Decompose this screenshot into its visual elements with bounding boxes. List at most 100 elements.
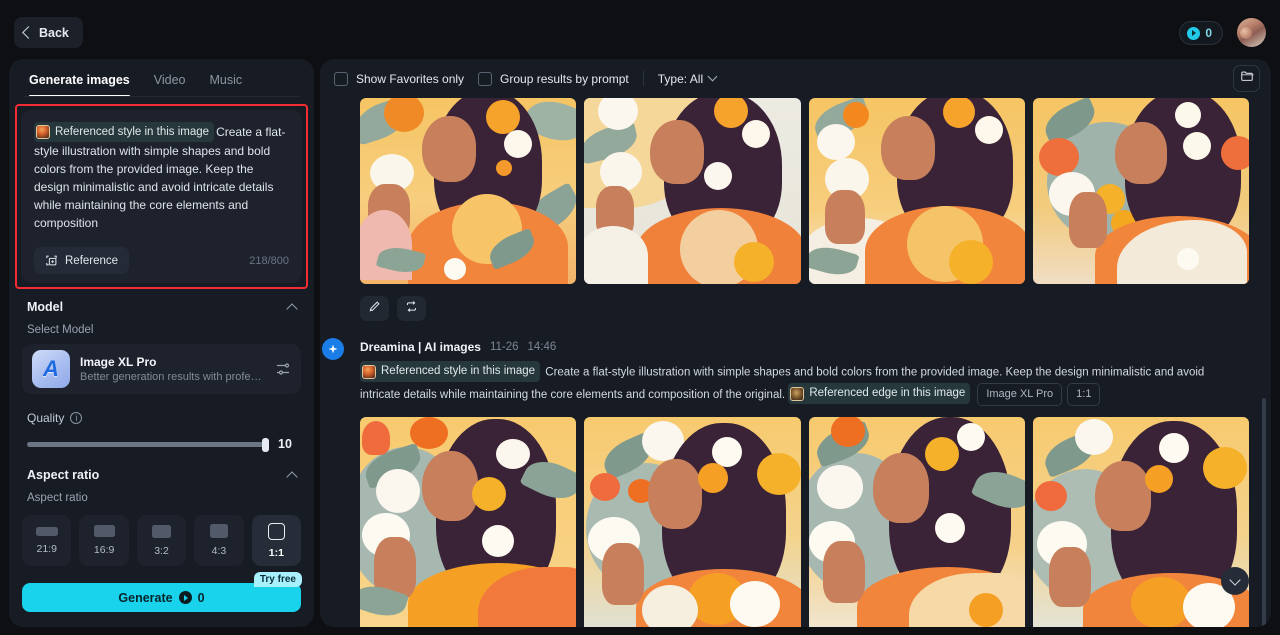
chevron-down-icon: [1229, 573, 1241, 586]
aspect-option-label: 4:3: [211, 545, 227, 557]
result-image[interactable]: [360, 416, 577, 627]
illustration-art: [808, 98, 1025, 284]
result-image[interactable]: [584, 98, 801, 284]
illustration-art: [1032, 416, 1249, 627]
model-thumbnail: A: [32, 350, 70, 388]
results-scrollbar[interactable]: [1262, 398, 1266, 627]
aspect-option-16-9[interactable]: 16:9: [79, 515, 129, 566]
group-by-prompt-label: Group results by prompt: [500, 71, 629, 86]
result-header: Dreamina | AI images 11-26 14:46: [322, 338, 1249, 360]
character-counter: 218/800: [249, 254, 289, 267]
image-row-2: [360, 416, 1249, 627]
reference-button[interactable]: Reference: [34, 247, 130, 274]
reference-style-chip-result[interactable]: Referenced style in this image: [360, 361, 541, 382]
generate-button[interactable]: Generate 0: [22, 583, 301, 612]
prompt-area: Referenced style in this image Create a f…: [15, 104, 308, 289]
folder-icon: [1240, 69, 1254, 88]
result-image[interactable]: [808, 416, 1025, 627]
aspect-option-1-1[interactable]: 1:1: [251, 515, 302, 566]
model-card[interactable]: A Image XL Pro Better generation results…: [22, 344, 301, 394]
info-icon[interactable]: i: [70, 412, 83, 424]
results-panel: Show Favorites only Group results by pro…: [320, 59, 1271, 627]
sliders-icon[interactable]: [275, 361, 291, 377]
generate-cost: 0: [197, 590, 205, 605]
show-favorites-label: Show Favorites only: [356, 71, 465, 86]
model-description: Better generation results with profe…: [80, 371, 262, 383]
model-pill: Image XL Pro: [977, 382, 1063, 406]
prompt-footer: Reference 218/800: [34, 247, 289, 274]
slider-knob[interactable]: [262, 437, 269, 452]
ratio-glyph: [152, 524, 172, 538]
aspect-option-label: 1:1: [268, 546, 284, 559]
reference-thumbnail-icon: [36, 125, 50, 139]
dreamina-logo-icon: [322, 338, 344, 360]
left-panel: Generate images Video Music Referenced s…: [9, 59, 314, 627]
model-name: Image XL Pro: [80, 355, 157, 369]
back-button[interactable]: Back: [14, 17, 83, 48]
reference-style-chip-label: Referenced style in this image: [55, 126, 210, 138]
folder-button[interactable]: [1233, 65, 1260, 92]
group-by-prompt-checkbox[interactable]: Group results by prompt: [478, 71, 629, 86]
chevron-up-icon[interactable]: [286, 302, 298, 315]
chevron-left-icon: [22, 26, 35, 39]
scroll-down-button[interactable]: [1221, 567, 1249, 595]
result-image[interactable]: [1032, 416, 1249, 627]
illustration-art: [360, 98, 577, 284]
ratio-glyph: [93, 525, 115, 537]
aspect-option-3-2[interactable]: 3:2: [136, 515, 187, 566]
aspect-option-21-9[interactable]: 21:9: [22, 515, 72, 566]
pencil-icon: [368, 300, 381, 318]
prompt-input[interactable]: Referenced style in this image Create a f…: [21, 110, 302, 283]
type-filter-dropdown[interactable]: Type: All: [658, 72, 718, 86]
avatar[interactable]: [1237, 18, 1266, 47]
ratio-glyph: [209, 524, 228, 538]
reference-thumbnail-icon: [362, 364, 376, 379]
try-free-badge[interactable]: Try free: [253, 572, 302, 587]
image-add-icon: [45, 254, 58, 267]
image-row-1: [360, 98, 1249, 284]
quality-slider-row: 10: [9, 437, 314, 452]
illustration-art: [1032, 98, 1249, 284]
show-favorites-checkbox[interactable]: Show Favorites only: [334, 71, 465, 86]
top-bar: Back 0: [0, 0, 1280, 62]
tab-music[interactable]: Music: [210, 73, 243, 97]
credits-badge[interactable]: 0: [1179, 21, 1223, 45]
regenerate-button[interactable]: [397, 296, 426, 321]
result-image[interactable]: [808, 98, 1025, 284]
illustration-art: [808, 416, 1025, 627]
app-root: Back 0 Generate images Video Music Refer…: [0, 0, 1280, 635]
aspect-ratio-options: 21:9 16:9 3:2 4:3 1:1: [9, 515, 314, 566]
result-prompt: Referenced style in this image Create a …: [360, 361, 1240, 406]
model-section-header[interactable]: Model: [9, 300, 314, 315]
coin-icon-generate: [178, 591, 192, 604]
back-button-label: Back: [39, 25, 69, 40]
aspect-option-4-3[interactable]: 4:3: [194, 515, 244, 566]
aspect-option-label: 21:9: [36, 542, 57, 555]
generate-area: Generate 0 Try free: [22, 572, 302, 612]
chevron-up-icon-aspect[interactable]: [286, 470, 298, 483]
aspect-option-label: 3:2: [154, 544, 169, 557]
result-image[interactable]: [1032, 98, 1249, 284]
result-image[interactable]: [360, 98, 577, 284]
checkbox-icon[interactable]: [334, 71, 348, 86]
tab-video[interactable]: Video: [154, 73, 186, 97]
reference-edge-thumbnail-icon: [790, 386, 805, 401]
aspect-option-label: 16:9: [93, 544, 115, 556]
result-actions: [360, 296, 1249, 321]
aspect-section-title: Aspect ratio: [27, 468, 100, 482]
checkbox-icon[interactable]: [478, 71, 493, 86]
illustration-art: [360, 416, 577, 627]
credits-value: 0: [1205, 26, 1212, 40]
aspect-section-header[interactable]: Aspect ratio: [9, 468, 314, 483]
edit-button[interactable]: [360, 296, 389, 321]
reference-style-chip[interactable]: Referenced style in this image: [34, 122, 215, 142]
result-image[interactable]: [584, 416, 801, 627]
tabs-divider: [23, 96, 300, 97]
tab-generate-images[interactable]: Generate images: [29, 73, 130, 97]
model-section-title: Model: [27, 300, 64, 314]
illustration-art: [584, 98, 801, 284]
quality-slider[interactable]: [27, 437, 269, 452]
filter-bar: Show Favorites only Group results by pro…: [320, 59, 1271, 98]
ratio-glyph: [267, 522, 285, 540]
reference-edge-chip[interactable]: Referenced edge in this image: [788, 383, 971, 404]
